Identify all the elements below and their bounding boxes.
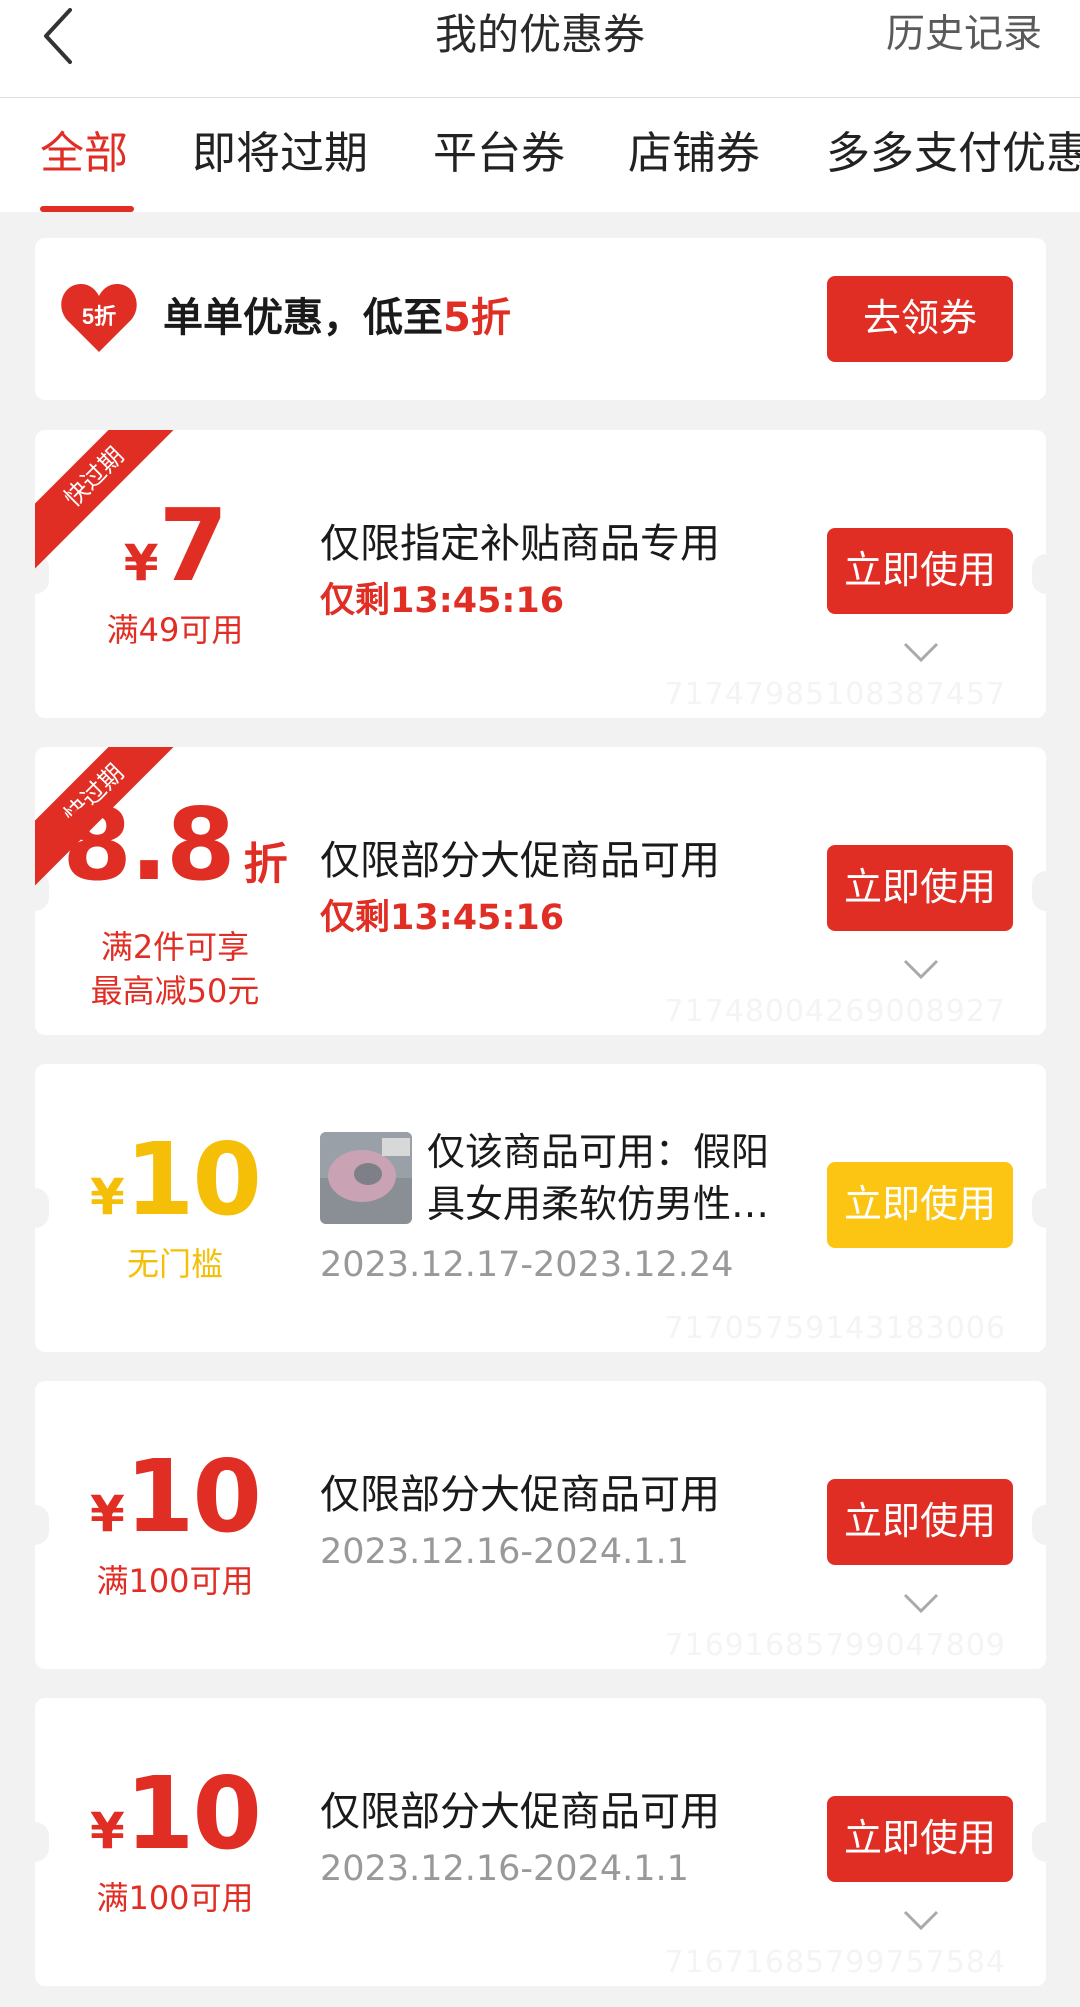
coupon-validity: 2023.12.16-2024.1.1 xyxy=(320,1532,689,1572)
coupon-card: ¥10 无门槛 仅该商品可用：假阳具女用柔软仿男性… 2023.12.17-20… xyxy=(35,1064,1046,1352)
coupon-code: 71747985108387457 xyxy=(664,677,1006,712)
tab-platform[interactable]: 平台券 xyxy=(433,126,565,182)
coupon-countdown: 仅剩13:45:16 xyxy=(320,898,565,938)
discount-unit: 折 xyxy=(243,839,288,890)
coupon-title: 仅限部分大促商品可用 xyxy=(320,838,720,884)
coupon-condition: 满100可用 xyxy=(96,1562,254,1600)
coupon-max-discount: 最高减50元 xyxy=(90,972,260,1010)
amount-value: 10 xyxy=(124,1121,262,1238)
discount-value: 8.8 xyxy=(62,786,235,903)
use-now-button[interactable]: 立即使用 xyxy=(827,1162,1013,1248)
chevron-down-icon[interactable] xyxy=(903,1591,939,1615)
coupon-code: 71691685799047809 xyxy=(664,1628,1006,1663)
promo-badge-text: 5折 xyxy=(82,304,116,329)
coupon-condition: 无门槛 xyxy=(126,1245,223,1283)
coupon-notch-right xyxy=(1032,554,1046,594)
coupon-title: 仅该商品可用：假阳具女用柔软仿男性… xyxy=(427,1130,770,1226)
amount-value: 7 xyxy=(158,487,229,604)
promo-text-highlight: 5折 xyxy=(443,295,511,341)
coupon-condition: 满2件可享 xyxy=(100,928,250,966)
coupon-code: 71748004269008927 xyxy=(664,994,1006,1029)
discount-heart-badge: 5折 xyxy=(61,284,137,352)
currency-symbol: ¥ xyxy=(90,1802,125,1860)
coupon-amount: ¥10 xyxy=(35,1447,315,1547)
coupon-amount: 8.8 折 xyxy=(35,795,315,895)
promo-banner: 5折 单单优惠，低至5折 去领券 xyxy=(35,238,1046,400)
coupon-code: 71671685799757584 xyxy=(664,1945,1006,1980)
use-now-button[interactable]: 立即使用 xyxy=(827,528,1013,614)
promo-text-main: 单单优惠，低至 xyxy=(163,295,443,341)
coupon-condition: 满100可用 xyxy=(96,1879,254,1917)
top-bar: 我的优惠券 历史记录 xyxy=(0,0,1080,98)
coupon-countdown: 仅剩13:45:16 xyxy=(320,581,565,621)
coupon-title: 仅限指定补贴商品专用 xyxy=(320,521,720,567)
coupon-condition: 满49可用 xyxy=(106,611,244,649)
use-now-button[interactable]: 立即使用 xyxy=(827,845,1013,931)
currency-symbol: ¥ xyxy=(123,534,159,592)
amount-value: 10 xyxy=(124,1438,262,1555)
chevron-down-icon[interactable] xyxy=(903,1908,939,1932)
coupon-card: 快过期 8.8 折 满2件可享 最高减50元 仅限部分大促商品可用 仅剩13:45… xyxy=(35,747,1046,1035)
history-link[interactable]: 历史记录 xyxy=(886,4,1042,66)
coupon-notch-right xyxy=(1032,1505,1046,1545)
chevron-down-icon[interactable] xyxy=(903,957,939,981)
coupon-card: 快过期 ¥7 满49可用 仅限指定补贴商品专用 仅剩13:45:16 立即使用 … xyxy=(35,430,1046,718)
coupon-notch-right xyxy=(1032,871,1046,911)
use-now-button[interactable]: 立即使用 xyxy=(827,1479,1013,1565)
coupon-validity: 2023.12.17-2023.12.24 xyxy=(320,1245,734,1285)
use-now-button[interactable]: 立即使用 xyxy=(827,1796,1013,1882)
coupon-notch-right xyxy=(1032,1188,1046,1228)
coupon-validity: 2023.12.16-2024.1.1 xyxy=(320,1849,689,1889)
active-tab-indicator xyxy=(40,206,134,212)
coupon-title: 仅限部分大促商品可用 xyxy=(320,1789,720,1835)
claim-coupon-button[interactable]: 去领券 xyxy=(827,276,1013,362)
coupon-title: 仅限部分大促商品可用 xyxy=(320,1472,720,1518)
product-thumbnail xyxy=(320,1132,412,1224)
coupon-amount: ¥10 xyxy=(35,1130,315,1230)
coupon-amount: ¥10 xyxy=(35,1764,315,1864)
promo-text: 单单优惠，低至5折 xyxy=(163,286,511,350)
tab-store[interactable]: 店铺券 xyxy=(628,126,760,182)
coupon-code: 71705759143183006 xyxy=(664,1311,1006,1346)
tab-duoduo-pay[interactable]: 多多支付优惠 xyxy=(826,126,1080,182)
coupon-amount: ¥7 xyxy=(35,496,315,596)
amount-value: 10 xyxy=(124,1755,262,1872)
coupon-card: ¥10 满100可用 仅限部分大促商品可用 2023.12.16-2024.1.… xyxy=(35,1698,1046,1986)
tab-bar: 全部 即将过期 平台券 店铺券 多多支付优惠 xyxy=(0,98,1080,212)
tab-expiring[interactable]: 即将过期 xyxy=(192,126,368,182)
coupon-notch-right xyxy=(1032,1822,1046,1862)
tab-all[interactable]: 全部 xyxy=(40,126,128,182)
currency-symbol: ¥ xyxy=(90,1485,125,1543)
coupon-card: ¥10 满100可用 仅限部分大促商品可用 2023.12.16-2024.1.… xyxy=(35,1381,1046,1669)
chevron-down-icon[interactable] xyxy=(903,640,939,664)
currency-symbol: ¥ xyxy=(90,1168,125,1226)
